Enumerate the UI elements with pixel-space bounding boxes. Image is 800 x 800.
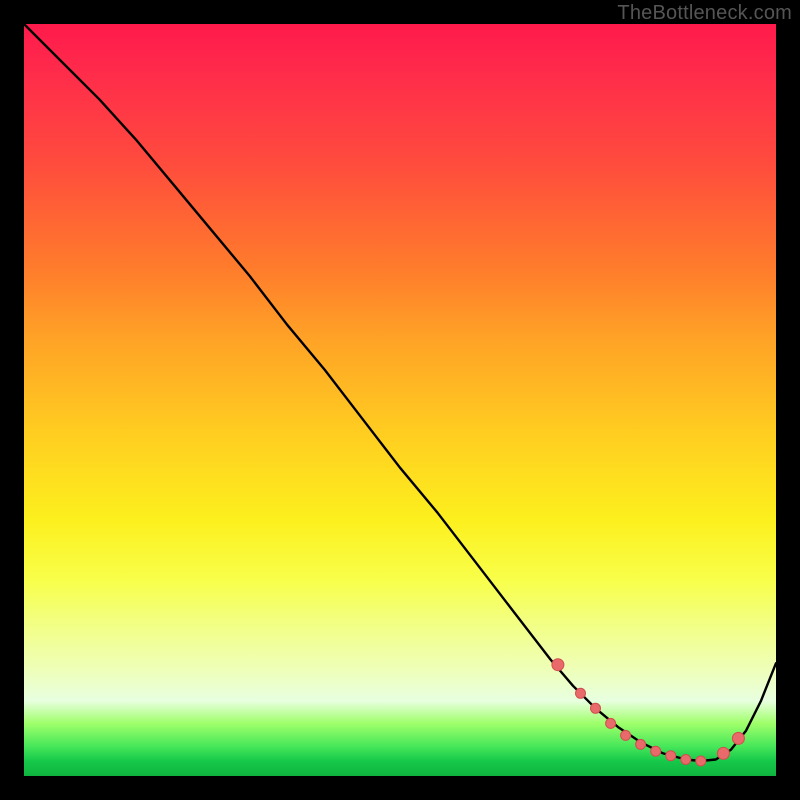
marker-point (621, 730, 631, 740)
plot-area (24, 24, 776, 776)
chart-stage: TheBottleneck.com (0, 0, 800, 800)
marker-point (591, 703, 601, 713)
highlighted-points (552, 659, 745, 766)
marker-point (606, 718, 616, 728)
marker-point (636, 739, 646, 749)
marker-point (696, 756, 706, 766)
bottleneck-curve (24, 24, 776, 761)
marker-point (732, 732, 744, 744)
curve-svg (24, 24, 776, 776)
watermark-text: TheBottleneck.com (617, 2, 792, 25)
marker-point (717, 747, 729, 759)
marker-point (666, 751, 676, 761)
marker-point (681, 755, 691, 765)
marker-point (576, 688, 586, 698)
marker-point (651, 746, 661, 756)
marker-point (552, 659, 564, 671)
